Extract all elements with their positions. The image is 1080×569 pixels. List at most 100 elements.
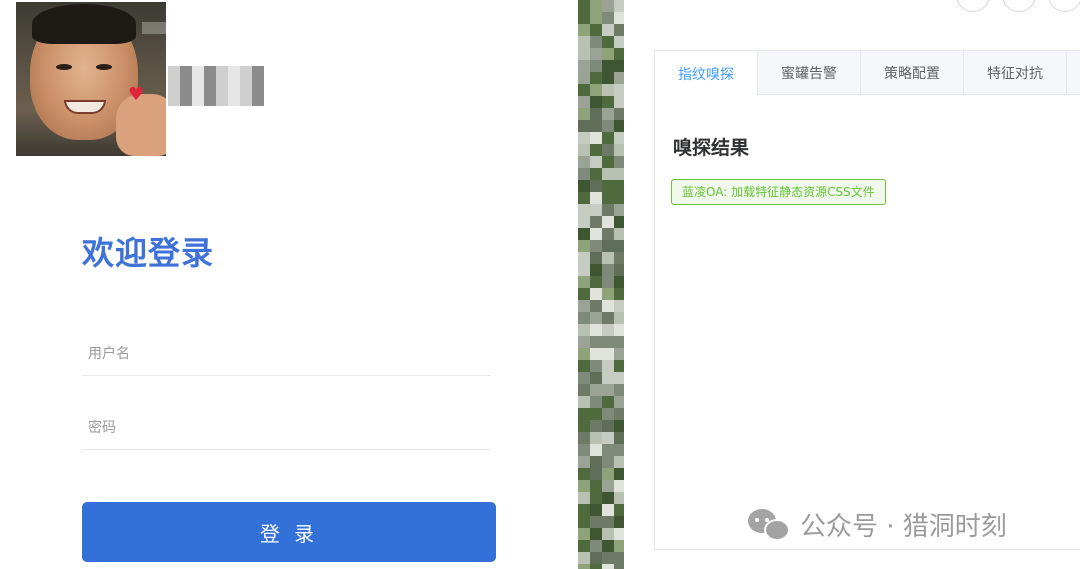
mosaic-block (578, 432, 590, 444)
tab-fingerprint-sniff[interactable]: 指纹嗅探 (655, 51, 758, 96)
mosaic-block (602, 372, 614, 384)
mosaic-block (614, 468, 624, 480)
mosaic-block (590, 120, 602, 132)
avatar: ♥ (16, 2, 166, 156)
mosaic-block (602, 288, 614, 300)
mosaic-block (590, 468, 602, 480)
mosaic-block (590, 300, 602, 312)
section-title: 嗅探结果 (673, 137, 750, 159)
mosaic-block (614, 60, 624, 72)
content-card: 指纹嗅探 蜜罐告警 策略配置 特征对抗 嗅探结果 蓝凌OA: 加载特征静态资源C… (654, 50, 1080, 550)
mosaic-block (614, 192, 624, 204)
mosaic-block (614, 444, 624, 456)
mosaic-block (602, 444, 614, 456)
mosaic-block (590, 144, 602, 156)
mosaic-block (590, 348, 602, 360)
pixel-block (216, 66, 228, 106)
mosaic-block (614, 360, 624, 372)
circle-button[interactable] (1048, 0, 1080, 12)
mosaic-block (578, 456, 590, 468)
mosaic-block (590, 432, 602, 444)
mosaic-block (614, 408, 624, 420)
mosaic-block (578, 204, 590, 216)
mosaic-block (602, 336, 614, 348)
mosaic-block (614, 216, 624, 228)
pixel-block (168, 66, 180, 106)
mosaic-block (578, 408, 590, 420)
mosaic-block (578, 120, 590, 132)
pixel-block (180, 66, 192, 106)
mosaic-block (590, 168, 602, 180)
mosaic-block (590, 480, 602, 492)
mosaic-block (590, 360, 602, 372)
mosaic-block (614, 180, 624, 192)
mosaic-block (614, 168, 624, 180)
username-input[interactable] (82, 332, 490, 375)
mosaic-block (578, 384, 590, 396)
mosaic-block (602, 360, 614, 372)
mosaic-block (602, 312, 614, 324)
mosaic-block (578, 24, 590, 36)
pixel-block (192, 66, 204, 106)
mosaic-block (590, 552, 602, 564)
mosaic-block (590, 516, 602, 528)
avatar-background-sign (142, 22, 166, 34)
mosaic-block (578, 108, 590, 120)
mosaic-block (578, 288, 590, 300)
mosaic-block (590, 264, 602, 276)
mosaic-block (614, 72, 624, 84)
mosaic-block (602, 300, 614, 312)
mosaic-block (602, 384, 614, 396)
mosaic-block (590, 180, 602, 192)
mosaic-block (578, 0, 590, 12)
mosaic-block (602, 408, 614, 420)
mosaic-block (590, 444, 602, 456)
mosaic-block (614, 84, 624, 96)
mosaic-block (590, 492, 602, 504)
mosaic-block (590, 456, 602, 468)
mosaic-block (614, 528, 624, 540)
mosaic-block (602, 12, 614, 24)
mosaic-block (614, 228, 624, 240)
mosaic-block (614, 48, 624, 60)
mosaic-block (578, 60, 590, 72)
circle-button[interactable] (956, 0, 990, 12)
mosaic-block (602, 420, 614, 432)
mosaic-block (614, 516, 624, 528)
mosaic-block (578, 180, 590, 192)
mosaic-block (590, 0, 602, 12)
mosaic-block (578, 312, 590, 324)
mosaic-block (590, 312, 602, 324)
mosaic-block (578, 504, 590, 516)
mosaic-block (614, 156, 624, 168)
login-button[interactable]: 登 录 (82, 502, 496, 562)
mosaic-block (578, 12, 590, 24)
tab-honeypot-alert[interactable]: 蜜罐告警 (758, 51, 861, 95)
mosaic-block (578, 72, 590, 84)
mosaic-block (602, 60, 614, 72)
mosaic-block (590, 276, 602, 288)
mosaic-block (590, 12, 602, 24)
mosaic-block (590, 336, 602, 348)
mosaic-block (602, 180, 614, 192)
mosaic-block (578, 444, 590, 456)
username-field-wrapper (82, 332, 490, 376)
mosaic-block (602, 156, 614, 168)
mosaic-block (614, 312, 624, 324)
mosaic-block (602, 96, 614, 108)
mosaic-block (614, 96, 624, 108)
mosaic-block (590, 48, 602, 60)
mosaic-block (614, 12, 624, 24)
mosaic-block (614, 120, 624, 132)
tab-feature-countermeasure[interactable]: 特征对抗 (964, 51, 1067, 95)
mosaic-block (590, 132, 602, 144)
password-input[interactable] (82, 406, 490, 449)
mosaic-block (614, 108, 624, 120)
mosaic-block (602, 492, 614, 504)
mosaic-block (602, 48, 614, 60)
mosaic-block (578, 228, 590, 240)
tab-policy-config[interactable]: 策略配置 (861, 51, 964, 95)
circle-button[interactable] (1002, 0, 1036, 12)
heart-icon: ♥ (128, 84, 145, 105)
mosaic-block (602, 276, 614, 288)
